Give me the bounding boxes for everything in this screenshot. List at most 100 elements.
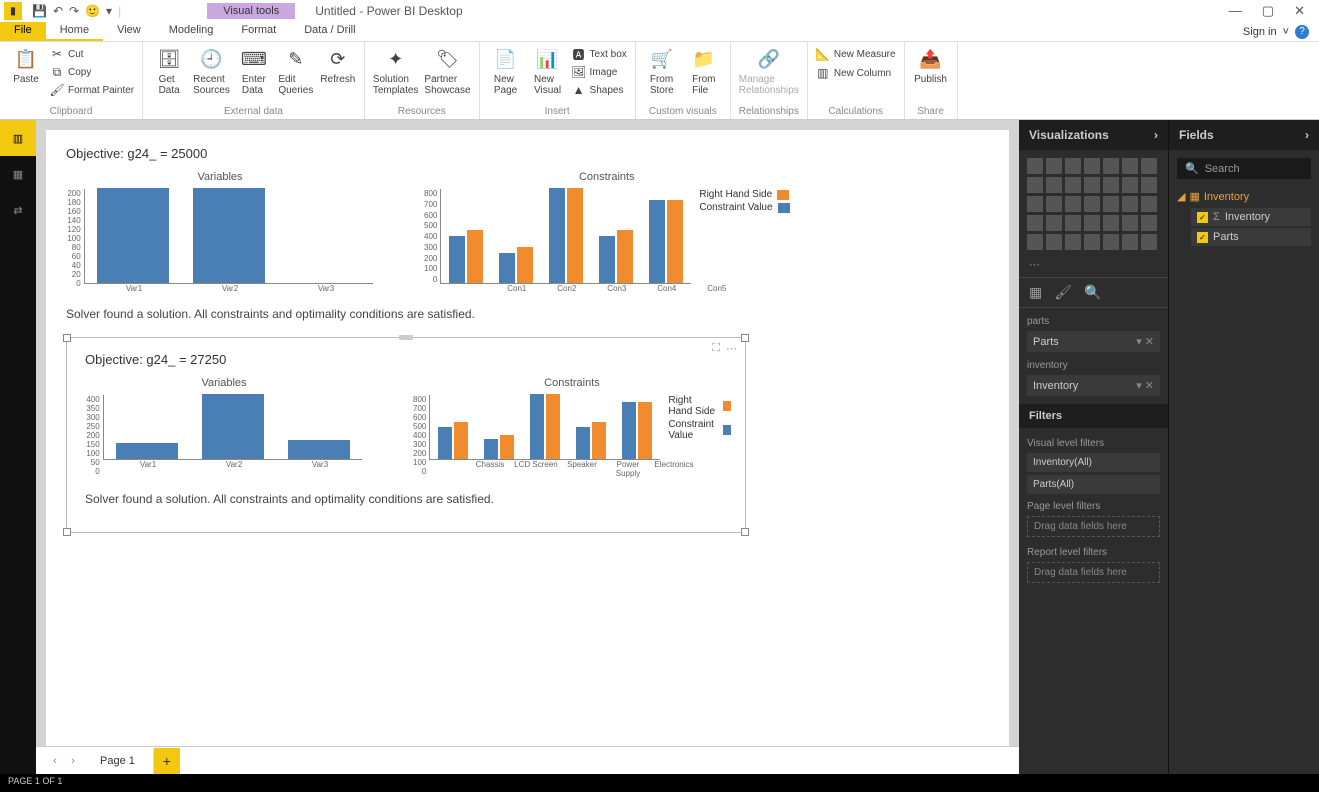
viz-type-icon[interactable]: [1065, 196, 1081, 212]
filter-parts[interactable]: Parts(All): [1027, 475, 1160, 494]
viz-type-icon[interactable]: [1027, 234, 1043, 250]
tab-modeling[interactable]: Modeling: [155, 22, 228, 41]
report-canvas[interactable]: Objective: g24_ = 25000 Variables2001801…: [46, 130, 1009, 746]
resize-handle[interactable]: [741, 334, 749, 342]
viz-type-icon[interactable]: [1046, 196, 1062, 212]
publish-button[interactable]: 📤Publish: [913, 46, 949, 85]
viz-type-icon[interactable]: [1103, 196, 1119, 212]
viz-type-icon[interactable]: [1103, 177, 1119, 193]
viz-type-icon[interactable]: [1027, 177, 1043, 193]
well-inventory-slot[interactable]: Inventory▾ ✕: [1027, 375, 1160, 396]
page-filter-drop[interactable]: Drag data fields here: [1027, 516, 1160, 537]
viz-type-icon[interactable]: [1122, 215, 1138, 231]
resize-handle[interactable]: [741, 528, 749, 536]
undo-icon[interactable]: ↶: [53, 4, 63, 18]
new-measure-button[interactable]: 📐New Measure: [816, 46, 896, 62]
viz-type-icon[interactable]: [1103, 234, 1119, 250]
report-filter-drop[interactable]: Drag data fields here: [1027, 562, 1160, 583]
data-view-button[interactable]: ▦: [0, 156, 36, 192]
page-tab-1[interactable]: Page 1: [82, 749, 154, 773]
copy-button[interactable]: ⧉Copy: [50, 64, 134, 80]
save-icon[interactable]: 💾: [32, 4, 47, 18]
sign-in-link[interactable]: Sign in ˅ ?: [1233, 22, 1319, 41]
new-page-button[interactable]: 📄New Page: [488, 46, 524, 96]
tab-data-drill[interactable]: Data / Drill: [290, 22, 369, 41]
viz-type-icon[interactable]: [1122, 158, 1138, 174]
get-data-button[interactable]: 🗄Get Data: [151, 46, 187, 96]
viz-type-icon[interactable]: [1122, 177, 1138, 193]
analytics-tool-icon[interactable]: 🔍: [1084, 284, 1101, 301]
manage-relationships-button[interactable]: 🔗Manage Relationships: [739, 46, 799, 96]
tab-home[interactable]: Home: [46, 22, 103, 41]
format-tool-icon[interactable]: 🖌: [1054, 284, 1072, 301]
next-page-icon[interactable]: ›: [64, 755, 82, 767]
viz-type-icon[interactable]: [1084, 158, 1100, 174]
more-options-icon[interactable]: ⋯: [726, 342, 737, 355]
redo-icon[interactable]: ↷: [69, 4, 79, 18]
viz-type-icon[interactable]: [1084, 234, 1100, 250]
viz-type-icon[interactable]: [1065, 158, 1081, 174]
from-store-button[interactable]: 🛒From Store: [644, 46, 680, 96]
search-input[interactable]: 🔍Search: [1177, 158, 1311, 179]
tab-file[interactable]: File: [0, 22, 46, 41]
viz-type-icon[interactable]: [1122, 234, 1138, 250]
viz-type-icon[interactable]: [1027, 215, 1043, 231]
selected-visual[interactable]: ⛶ ⋯ Objective: g24_ = 27250 Variables400…: [66, 337, 746, 533]
viz-type-icon[interactable]: [1027, 196, 1043, 212]
recent-sources-button[interactable]: 🕘Recent Sources: [193, 46, 230, 96]
prev-page-icon[interactable]: ‹: [46, 755, 64, 767]
viz-type-icon[interactable]: [1141, 177, 1157, 193]
viz-type-icon[interactable]: [1084, 196, 1100, 212]
viz-type-icon[interactable]: [1103, 158, 1119, 174]
more-visuals-icon[interactable]: ⋯: [1019, 258, 1168, 277]
report-view-button[interactable]: ▥: [0, 120, 36, 156]
model-view-button[interactable]: ⇄: [0, 192, 36, 228]
help-icon[interactable]: ?: [1295, 25, 1309, 39]
new-visual-button[interactable]: 📊New Visual: [530, 46, 566, 96]
viz-type-icon[interactable]: [1046, 158, 1062, 174]
viz-type-icon[interactable]: [1065, 234, 1081, 250]
visual-tools-tab[interactable]: Visual tools: [207, 3, 295, 19]
image-button[interactable]: 🖼Image: [572, 64, 627, 80]
fields-tool-icon[interactable]: ▦: [1029, 284, 1042, 301]
paste-button[interactable]: 📋Paste: [8, 46, 44, 85]
viz-type-icon[interactable]: [1141, 234, 1157, 250]
viz-type-icon[interactable]: [1027, 158, 1043, 174]
drag-handle[interactable]: [399, 335, 413, 340]
minimize-icon[interactable]: —: [1229, 3, 1242, 19]
well-parts-slot[interactable]: Parts▾ ✕: [1027, 331, 1160, 352]
resize-handle[interactable]: [63, 334, 71, 342]
maximize-icon[interactable]: ▢: [1262, 3, 1274, 19]
shapes-button[interactable]: ▲Shapes: [572, 82, 627, 98]
format-painter-button[interactable]: 🖌Format Painter: [50, 82, 134, 98]
checkbox-checked-icon[interactable]: ✓: [1197, 212, 1208, 223]
smiley-icon[interactable]: 🙂: [85, 4, 100, 18]
viz-type-icon[interactable]: [1046, 177, 1062, 193]
filter-inventory[interactable]: Inventory(All): [1027, 453, 1160, 472]
viz-type-icon[interactable]: [1046, 234, 1062, 250]
focus-mode-icon[interactable]: ⛶: [712, 342, 720, 355]
close-icon[interactable]: ✕: [1294, 3, 1305, 19]
viz-type-icon[interactable]: [1141, 215, 1157, 231]
expand-icon[interactable]: ›: [1154, 128, 1158, 142]
checkbox-checked-icon[interactable]: ✓: [1197, 232, 1208, 243]
viz-type-icon[interactable]: [1141, 196, 1157, 212]
viz-type-icon[interactable]: [1103, 215, 1119, 231]
solution-templates-button[interactable]: ✦Solution Templates: [373, 46, 419, 96]
qat-dropdown-icon[interactable]: ▾: [106, 4, 112, 18]
field-inventory[interactable]: ✓ΣInventory: [1191, 208, 1311, 226]
edit-queries-button[interactable]: ✎Edit Queries: [278, 46, 314, 96]
text-box-button[interactable]: 🅰Text box: [572, 46, 627, 62]
viz-type-icon[interactable]: [1122, 196, 1138, 212]
tab-format[interactable]: Format: [227, 22, 290, 41]
partner-showcase-button[interactable]: 🏷Partner Showcase: [424, 46, 470, 96]
viz-type-icon[interactable]: [1065, 215, 1081, 231]
cut-button[interactable]: ✂Cut: [50, 46, 134, 62]
add-page-button[interactable]: +: [154, 748, 180, 774]
viz-type-icon[interactable]: [1065, 177, 1081, 193]
enter-data-button[interactable]: ⌨Enter Data: [236, 46, 272, 96]
viz-type-icon[interactable]: [1084, 215, 1100, 231]
refresh-button[interactable]: ⟳Refresh: [320, 46, 356, 85]
viz-type-icon[interactable]: [1141, 158, 1157, 174]
tab-view[interactable]: View: [103, 22, 155, 41]
